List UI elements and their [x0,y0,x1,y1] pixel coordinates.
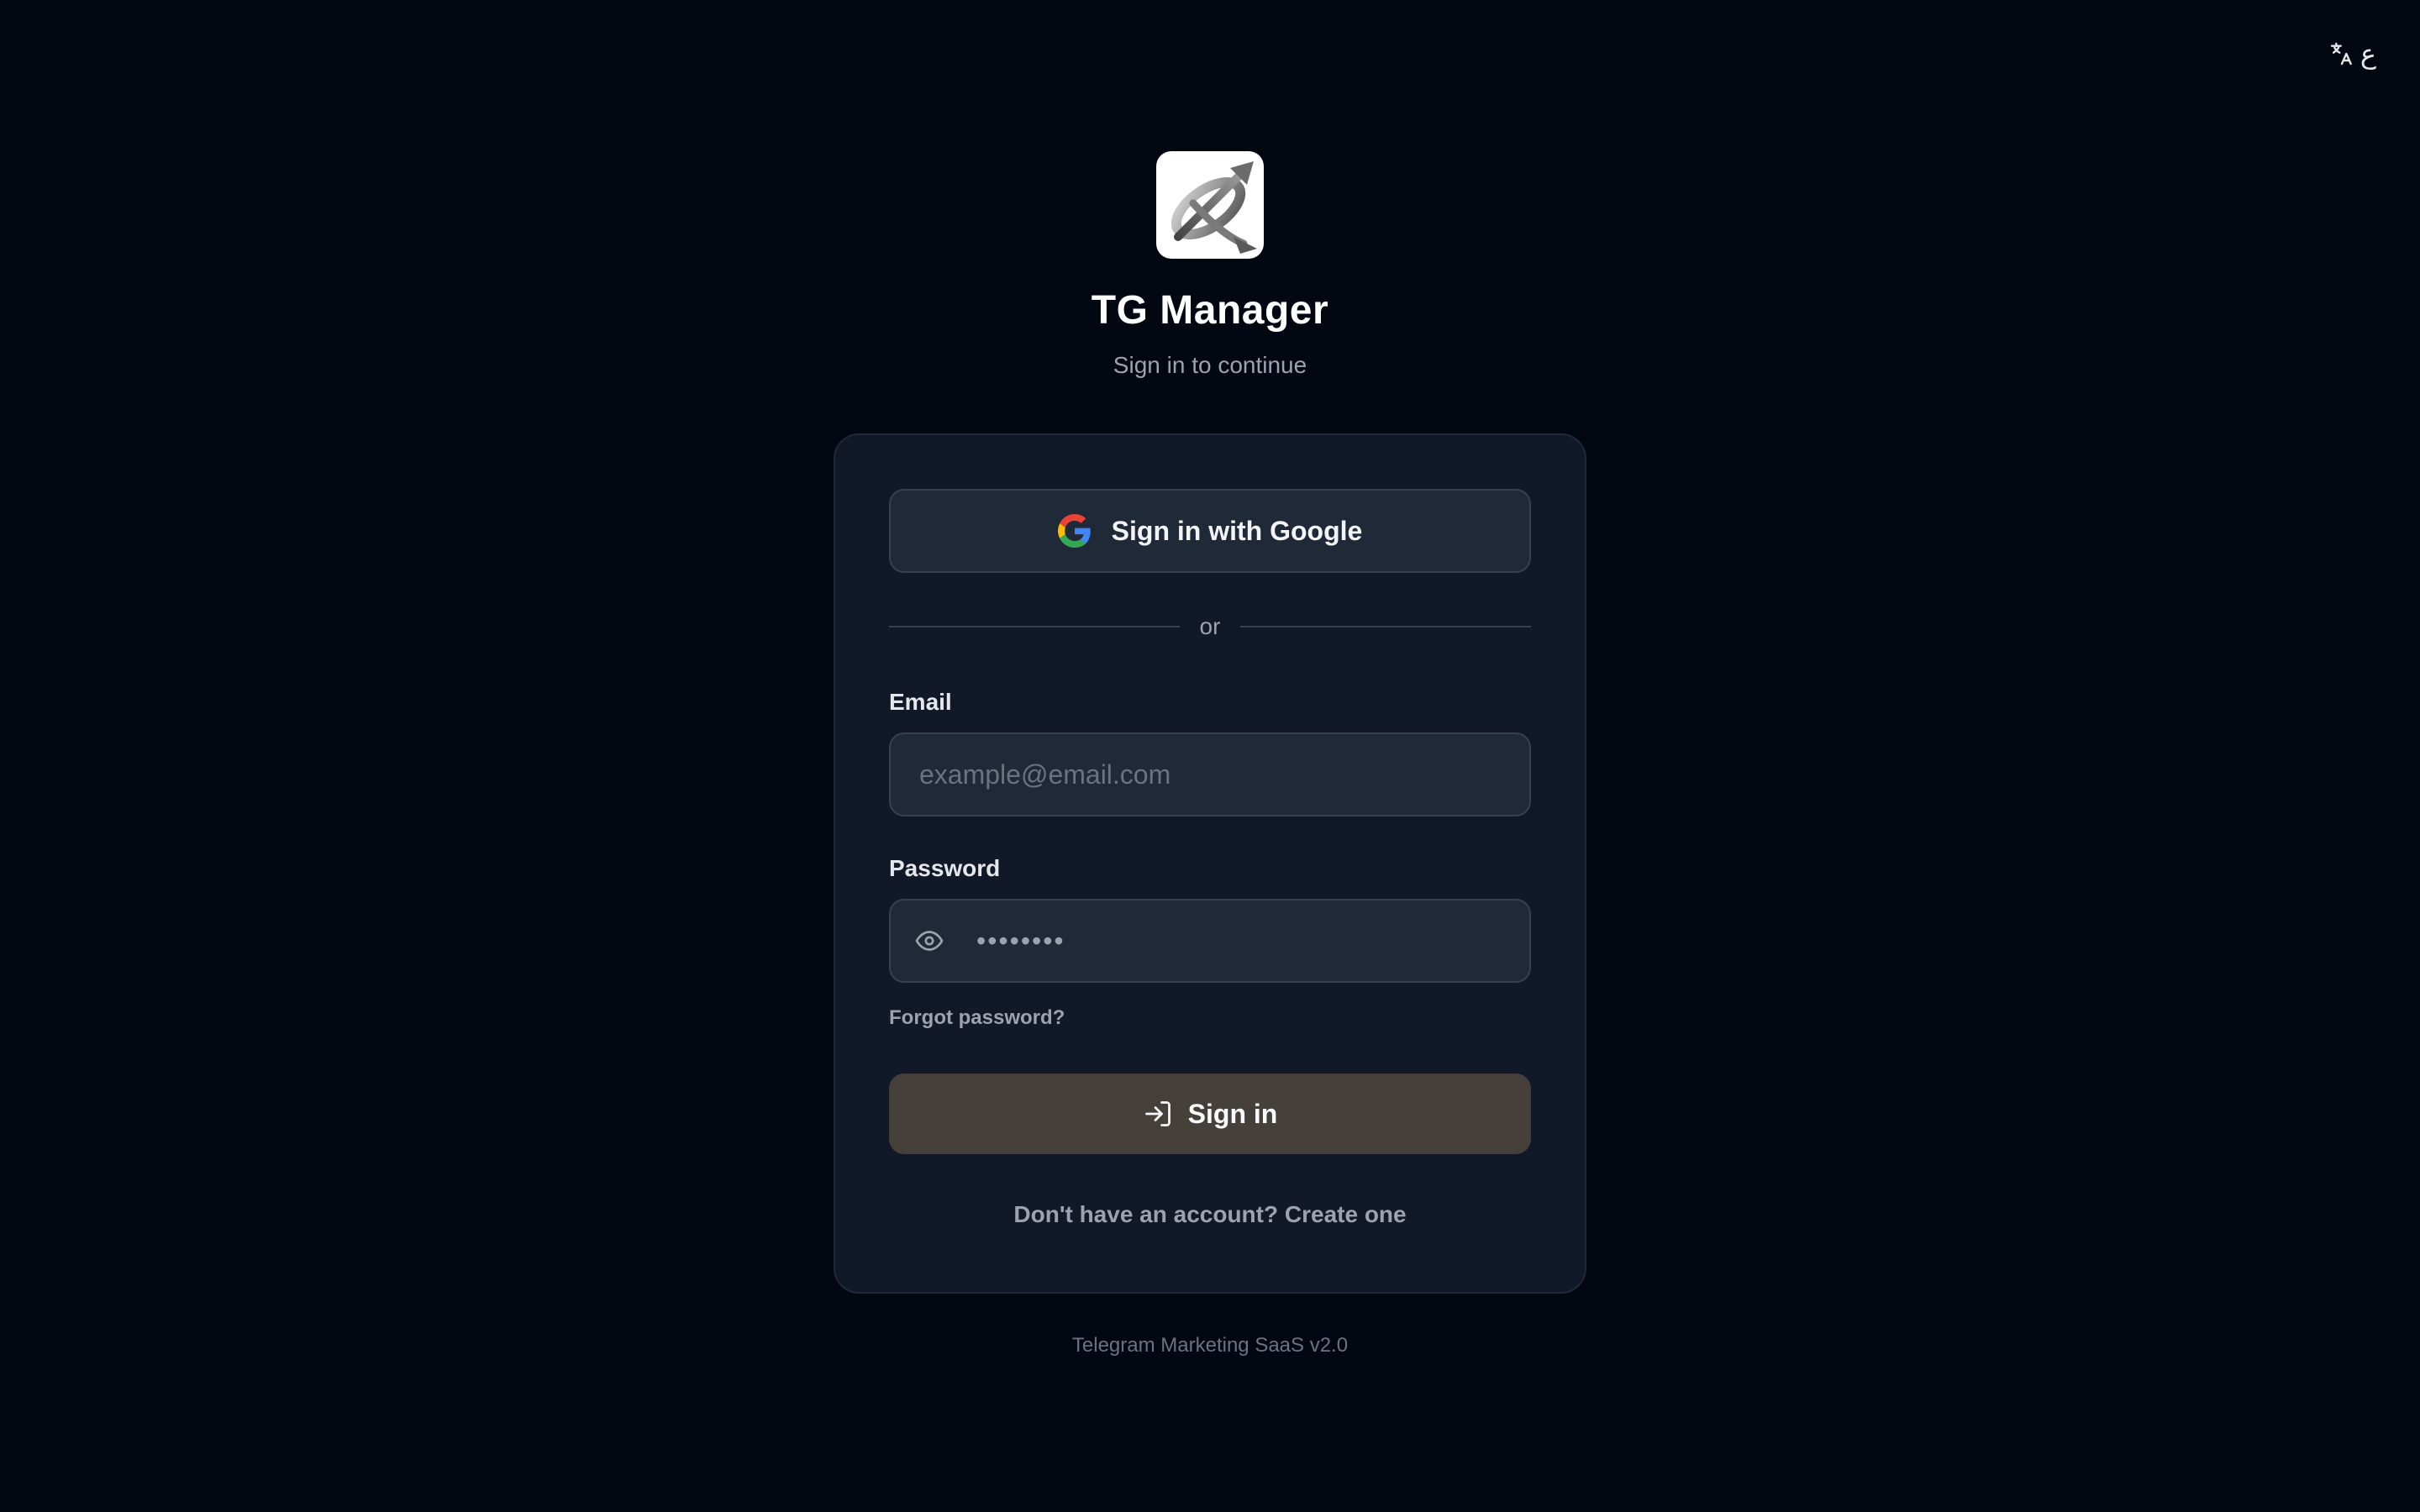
email-field-container [889,732,1531,816]
login-card: Sign in with Google or Email Password Fo… [834,433,1586,1294]
password-label: Password [889,855,1001,881]
google-signin-button[interactable]: Sign in with Google [889,489,1531,573]
google-button-label: Sign in with Google [1111,515,1363,546]
divider-line-left [889,626,1180,627]
create-account-row: Don't have an account? Create one [889,1201,1531,1228]
forgot-password-link[interactable]: Forgot password? [889,1006,1065,1030]
email-input[interactable] [918,758,1502,791]
app-title: TG Manager [1091,288,1329,333]
login-icon [1144,1101,1171,1126]
password-field-container [889,899,1531,983]
email-label: Email [889,689,952,715]
password-input[interactable] [975,924,1509,958]
eye-icon [915,931,944,951]
google-icon [1057,514,1091,548]
app-logo-icon [1171,161,1257,254]
create-account-link[interactable]: Create one [1285,1201,1407,1227]
language-switcher[interactable]: ع [2328,40,2376,67]
page-subtitle: Sign in to continue [1113,352,1307,378]
divider-line-right [1240,626,1531,627]
signin-button-label: Sign in [1187,1098,1278,1129]
app-logo [1156,151,1264,259]
signin-button[interactable]: Sign in [889,1074,1531,1154]
or-divider: or [889,613,1531,640]
divider-text: or [1199,613,1221,639]
show-password-toggle[interactable] [911,922,948,959]
language-label: ع [2360,38,2376,70]
translate-icon [2330,42,2352,66]
page-header: TG Manager Sign in to continue [0,151,2420,379]
footer-version-text: Telegram Marketing SaaS v2.0 [1071,1334,1349,1357]
no-account-text: Don't have an account? [1013,1201,1279,1227]
